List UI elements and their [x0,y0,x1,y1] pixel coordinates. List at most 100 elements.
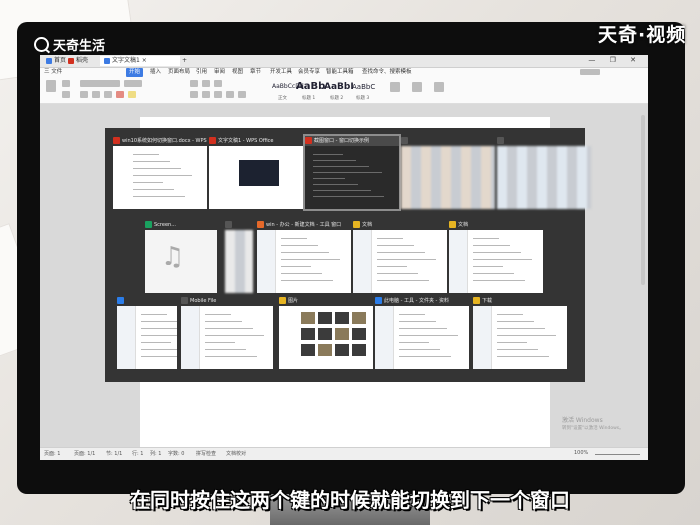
preview-line [141,314,167,315]
align-center-icon[interactable] [202,91,210,98]
vertical-scrollbar[interactable] [641,115,645,285]
photo-tile [352,312,366,324]
zoom-slider[interactable] [595,454,640,455]
preview-line [473,259,532,260]
preview-line [205,328,253,329]
switcher-window-thumbnail[interactable]: 此电脑 - 工具 - 文件夹 - 资料 [375,296,469,369]
justify-icon[interactable] [226,91,234,98]
status-spellcheck[interactable]: 拼写检查 [196,450,216,457]
switcher-window-thumbnail[interactable]: 文档 [353,220,447,293]
line-spacing-icon[interactable] [238,91,246,98]
new-tab-button[interactable]: + [178,56,191,66]
switcher-window-thumbnail[interactable]: 截图窗口 - 窗口切换示例 [303,134,401,211]
copy-icon[interactable] [62,91,70,98]
app-icon [279,297,286,304]
switcher-window-thumbnail[interactable] [117,296,177,369]
menu-home[interactable]: 开始 [126,68,144,77]
preview-line [281,273,322,274]
preview-line [313,154,343,155]
menu-developer[interactable]: 开发工具 [270,68,292,77]
find-replace-icon[interactable] [412,82,422,92]
status-wordcount: 字数: 0 [168,451,185,457]
paste-icon[interactable] [46,80,56,92]
activate-windows-notice: 激活 Windows 转到"设置"以激活 Windows。 [562,417,624,431]
preview-line [399,328,447,329]
thumbnail-preview: ♫ [145,230,217,293]
align-right-icon[interactable] [214,91,222,98]
cut-icon[interactable] [62,80,70,87]
switcher-window-thumbnail[interactable]: 文档 [449,220,543,293]
photo-tile [318,312,332,324]
tab-docer[interactable]: 稻壳 [64,56,92,66]
style-heading-2-caption: 标题 2 [330,96,344,101]
preview-line [473,273,514,274]
font-size-select[interactable] [124,80,142,87]
status-page: 页面: 1 [44,451,61,457]
zoom-level[interactable]: 100% [574,450,588,456]
switcher-window-thumbnail[interactable]: Mobile File [181,296,273,369]
switcher-window-thumbnail[interactable]: Screen... ♫ [145,220,217,293]
menu-view[interactable]: 视图 [232,68,243,77]
preview-line [473,245,510,246]
thumbnail-preview [375,306,469,369]
preview-line [377,238,403,239]
font-select[interactable] [80,80,120,87]
menu-references[interactable]: 引用 [196,68,207,77]
folder-sidebar [473,306,492,369]
indent-icon[interactable] [214,80,222,87]
align-left-icon[interactable] [190,91,198,98]
photo-tile [352,328,366,340]
home-icon [46,57,52,64]
app-icon [225,221,232,228]
menu-section[interactable]: 章节 [250,68,261,77]
style-heading-3[interactable]: AaBbC [352,80,375,94]
switcher-window-thumbnail[interactable] [401,136,495,209]
text-tools-icon[interactable] [390,82,400,92]
underline-icon[interactable] [104,91,112,98]
switcher-window-thumbnail[interactable]: 下载 [473,296,567,369]
thumbnail-title: win - 办公 - 新建文档 - 工具 窗口 [257,220,351,230]
menu-smart-tools[interactable]: 智能工具箱 [326,68,354,77]
menu-file[interactable]: 三 文件 [44,68,62,77]
window-controls[interactable]: — ❐ ✕ [588,56,642,64]
thumbnail-title [117,296,177,306]
menu-layout[interactable]: 页面布局 [168,68,190,77]
style-heading-2[interactable]: AaBbI [324,80,354,94]
thumbnail-title: 图片 [279,296,373,306]
switcher-window-thumbnail[interactable] [225,220,253,293]
bullets-icon[interactable] [190,80,198,87]
switcher-window-thumbnail[interactable]: win - 办公 - 新建文档 - 工具 窗口 [257,220,351,293]
switcher-window-thumbnail[interactable]: 图片 [279,296,373,369]
numbering-icon[interactable] [202,80,210,87]
switcher-window-thumbnail[interactable] [497,136,591,209]
thumbnail-preview [449,230,543,293]
menu-insert[interactable]: 插入 [150,68,161,77]
preview-line [205,342,235,343]
font-color-icon[interactable] [116,91,124,98]
preview-line [281,245,318,246]
preview-line [399,314,425,315]
preview-line [313,184,358,185]
italic-icon[interactable] [92,91,100,98]
menu-review[interactable]: 审阅 [214,68,225,77]
preview-line [399,342,429,343]
share-icon[interactable] [580,69,600,75]
thumbnail-title: Mobile File [181,296,273,306]
command-search[interactable]: 查找命令、搜索模板 [362,68,412,77]
preview-line [141,342,171,343]
thumbnail-preview [279,306,373,369]
bold-icon[interactable] [80,91,88,98]
select-icon[interactable] [434,82,444,92]
style-heading-1[interactable]: AaBb [296,80,325,94]
folder-sidebar [375,306,394,369]
menu-member[interactable]: 会员专享 [298,68,320,77]
preview-line [133,154,159,155]
preview-line [497,328,545,329]
tab-document[interactable]: 文字文稿1 × [100,56,180,66]
highlight-icon[interactable] [128,91,136,98]
switcher-window-thumbnail[interactable]: win10系统如何切换窗口.docx - WPS Office [113,136,207,209]
tab-bar: 首页 稻壳 文字文稿1 × + — ❐ ✕ [40,55,648,68]
preview-line [377,259,436,260]
status-proofread[interactable]: 文档校对 [226,450,246,457]
switcher-window-thumbnail[interactable]: 文字文稿1 - WPS Office [209,136,303,209]
